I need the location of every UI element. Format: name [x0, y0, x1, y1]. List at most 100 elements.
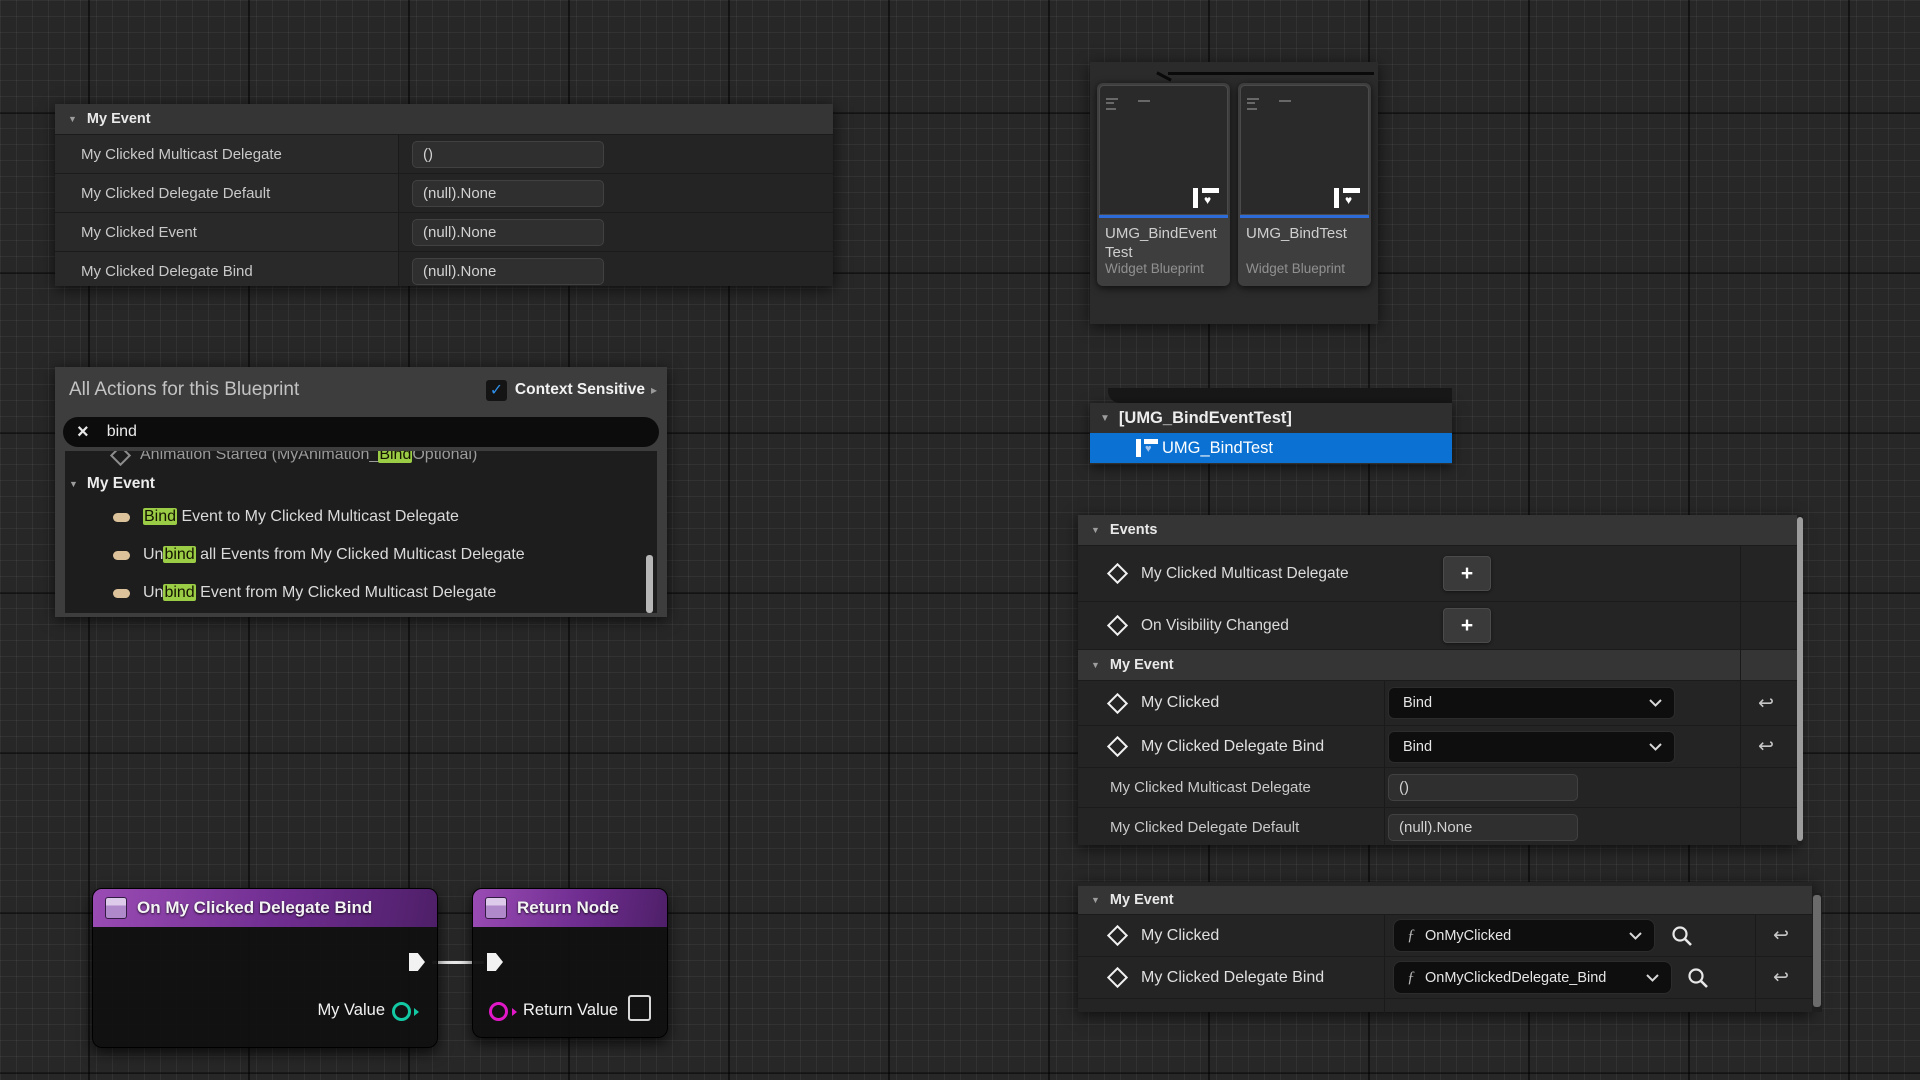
delegate-pill-icon	[113, 589, 130, 598]
delegate-pill-icon	[113, 551, 130, 560]
category-label: My Event	[1110, 892, 1174, 908]
property-value-field[interactable]: (null).None	[1388, 814, 1578, 841]
search-value: bind	[107, 423, 137, 441]
action-item[interactable]: Unbind all Events from My Clicked Multic…	[65, 536, 657, 574]
collapse-arrow-icon: ▼	[1100, 413, 1110, 424]
action-item[interactable]: Unbind Event from My Clicked Multicast D…	[65, 574, 657, 612]
search-input[interactable]: × bind	[63, 417, 659, 447]
my-value-pin[interactable]	[392, 1002, 411, 1021]
event-diamond-icon	[1107, 692, 1128, 713]
property-label: My Clicked	[1141, 694, 1219, 712]
category-header-my-event[interactable]: ▼ My Event	[55, 104, 833, 134]
details-panel-function-bindings: ▼ My Event My Clicked ƒ OnMyClicked ↩ My…	[1078, 882, 1812, 1012]
event-icon	[110, 451, 131, 466]
actions-menu-titlebar: All Actions for this Blueprint ✓ Context…	[55, 367, 667, 413]
collapse-arrow-icon: ▼	[1091, 660, 1100, 670]
function-binding-row: My Clicked ƒ OnMyClicked ↩	[1078, 914, 1812, 956]
details-panel-events: ▼ Events My Clicked Multicast Delegate +…	[1078, 515, 1797, 845]
reset-to-default-button[interactable]: ↩	[1758, 737, 1774, 756]
property-value-field[interactable]: (null).None	[412, 258, 604, 285]
browse-to-function-icon[interactable]	[1670, 924, 1694, 948]
asset-tile-umg-bindtest[interactable]: ♥ UMG_BindTest Widget Blueprint	[1238, 83, 1371, 286]
asset-thumbnail: ♥	[1099, 85, 1228, 215]
property-value: (null).None	[423, 185, 496, 202]
property-label: My Clicked Multicast Delegate	[1110, 779, 1311, 796]
collapse-arrow-icon: ▼	[69, 479, 78, 489]
function-icon: ƒ	[1407, 969, 1415, 987]
asset-name: UMG_BindTest	[1246, 224, 1364, 243]
function-dropdown[interactable]: ƒ OnMyClickedDelegate_Bind	[1393, 961, 1672, 994]
return-value-checkbox[interactable]	[628, 995, 651, 1021]
browse-to-function-icon[interactable]	[1686, 966, 1710, 990]
actions-category-my-event[interactable]: ▼ My Event	[65, 470, 657, 498]
output-pin-label: My Value	[317, 1001, 385, 1020]
hierarchy-root-row[interactable]: ▼ [UMG_BindEventTest]	[1090, 403, 1452, 433]
widget-blueprint-icon: ♥	[1334, 188, 1360, 208]
property-label: My Clicked Event	[81, 224, 197, 241]
column-splitter	[1384, 768, 1385, 807]
bind-mode-dropdown[interactable]: Bind	[1388, 731, 1675, 763]
node-title: Return Node	[517, 898, 619, 918]
all-actions-menu: All Actions for this Blueprint ✓ Context…	[55, 367, 667, 617]
action-item[interactable]: Bind Event to My Clicked Multicast Deleg…	[65, 498, 657, 536]
collapse-arrow-icon: ▼	[68, 114, 77, 124]
bind-dropdown-row: My Clicked Bind ↩	[1078, 680, 1797, 725]
collapse-arrow-icon: ▼	[1091, 895, 1100, 905]
property-value: ()	[423, 146, 433, 163]
property-value-field[interactable]: (null).None	[412, 180, 604, 207]
category-label: My Event	[1110, 657, 1174, 673]
bottom-panel-scrollbar[interactable]	[1813, 895, 1821, 1007]
property-value-field[interactable]: ()	[1388, 774, 1578, 801]
property-value-field[interactable]: ()	[412, 141, 604, 168]
property-value: ()	[1399, 779, 1409, 796]
asset-type-color-bar	[1240, 215, 1369, 218]
function-dropdown[interactable]: ƒ OnMyClicked	[1393, 919, 1655, 952]
reset-to-default-button[interactable]: ↩	[1773, 968, 1789, 987]
clear-search-icon[interactable]: ×	[77, 422, 89, 442]
chevron-down-icon	[1649, 699, 1662, 707]
add-event-button[interactable]: +	[1443, 608, 1491, 643]
column-splitter	[1384, 915, 1385, 956]
blueprint-graph-canvas[interactable]: ▼ My Event My Clicked Multicast Delegate…	[0, 0, 1920, 1080]
bottom-panel-scrollbar-track	[1812, 893, 1822, 1012]
property-label: My Clicked Delegate Default	[81, 185, 270, 202]
context-expand-chevron-icon[interactable]: ▸	[651, 383, 657, 397]
actions-list-scrollbar[interactable]	[646, 555, 653, 613]
content-browser-window: ♥ UMG_BindEventTest Widget Blueprint ♥	[1090, 62, 1378, 324]
delegate-pill-icon	[113, 513, 130, 522]
actions-category-label: My Event	[87, 475, 155, 493]
category-header-events[interactable]: ▼ Events	[1078, 515, 1797, 545]
event-row: My Clicked Multicast Delegate +	[1078, 545, 1797, 601]
node-header[interactable]: Return Node	[473, 889, 667, 927]
actions-menu-title: All Actions for this Blueprint	[69, 379, 299, 401]
event-diamond-icon	[1107, 615, 1128, 636]
asset-tile-umg-bindeventtest[interactable]: ♥ UMG_BindEventTest Widget Blueprint	[1097, 83, 1230, 286]
event-label: On Visibility Changed	[1141, 617, 1289, 635]
exec-output-pin[interactable]	[409, 953, 425, 971]
exec-input-pin[interactable]	[487, 953, 503, 971]
hierarchy-selected-row[interactable]: ♥ UMG_BindTest	[1090, 433, 1452, 463]
events-panel-scrollbar[interactable]	[1797, 517, 1803, 841]
event-label: My Clicked Multicast Delegate	[1141, 565, 1349, 583]
category-header-my-event[interactable]: ▼ My Event	[1078, 886, 1812, 914]
event-row: On Visibility Changed +	[1078, 601, 1797, 649]
category-header-my-event[interactable]: ▼ My Event	[1078, 649, 1797, 680]
widget-blueprint-icon: ♥	[1193, 188, 1219, 208]
reset-to-default-button[interactable]: ↩	[1758, 694, 1774, 713]
reset-to-default-button[interactable]: ↩	[1773, 926, 1789, 945]
action-item-clipped[interactable]: Animation Started (MyAnimation_BindOptio…	[65, 451, 657, 470]
chevron-down-icon	[1649, 743, 1662, 751]
column-splitter	[1384, 726, 1385, 767]
property-value-field[interactable]: (null).None	[412, 219, 604, 246]
context-sensitive-checkbox[interactable]: ✓	[486, 380, 507, 401]
bind-mode-dropdown[interactable]: Bind	[1388, 687, 1675, 719]
add-event-button[interactable]: +	[1443, 556, 1491, 591]
node-header[interactable]: On My Clicked Delegate Bind	[93, 889, 437, 927]
column-splitter	[1384, 681, 1385, 725]
property-label: My Clicked Delegate Bind	[81, 263, 253, 280]
property-label: My Clicked Delegate Bind	[1141, 738, 1324, 756]
return-value-pin[interactable]	[489, 1002, 508, 1021]
asset-type-color-bar	[1099, 215, 1228, 218]
node-return-node[interactable]: Return Node Return Value	[472, 888, 668, 1038]
node-on-my-clicked-delegate-bind[interactable]: On My Clicked Delegate Bind My Value	[92, 888, 438, 1048]
